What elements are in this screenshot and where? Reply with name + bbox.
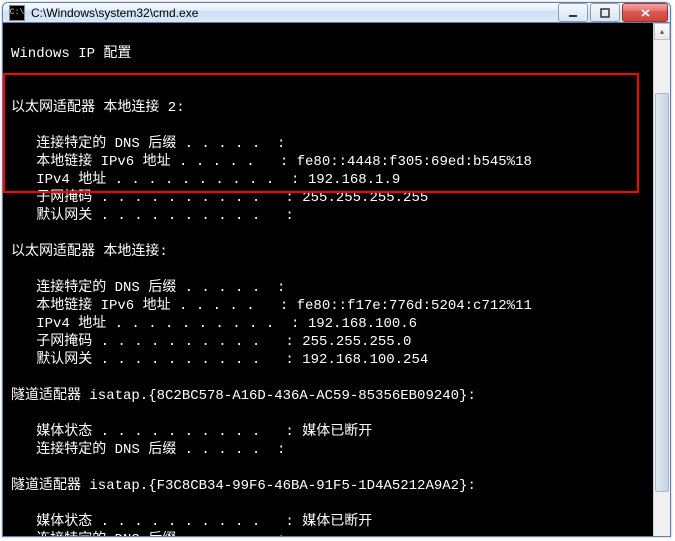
minimize-button[interactable] bbox=[558, 3, 588, 22]
highlight-rectangle bbox=[3, 73, 639, 193]
titlebar[interactable]: C:\ C:\Windows\system32\cmd.exe bbox=[3, 3, 670, 23]
app-icon: C:\ bbox=[9, 5, 25, 21]
scroll-thumb[interactable] bbox=[655, 93, 669, 492]
command-prompt-window: C:\ C:\Windows\system32\cmd.exe Windows … bbox=[2, 2, 671, 537]
scroll-track[interactable] bbox=[654, 40, 670, 537]
window-controls bbox=[556, 3, 668, 22]
scroll-up-button[interactable]: ▴ bbox=[654, 23, 670, 40]
window-title: C:\Windows\system32\cmd.exe bbox=[31, 6, 556, 20]
console-area: Windows IP 配置 以太网适配器 本地连接 2: 连接特定的 DNS 后… bbox=[3, 23, 670, 537]
close-button[interactable] bbox=[622, 3, 668, 22]
console-output[interactable]: Windows IP 配置 以太网适配器 本地连接 2: 连接特定的 DNS 后… bbox=[3, 23, 670, 537]
vertical-scrollbar[interactable]: ▴ ▾ bbox=[653, 23, 670, 537]
maximize-button[interactable] bbox=[590, 3, 620, 22]
